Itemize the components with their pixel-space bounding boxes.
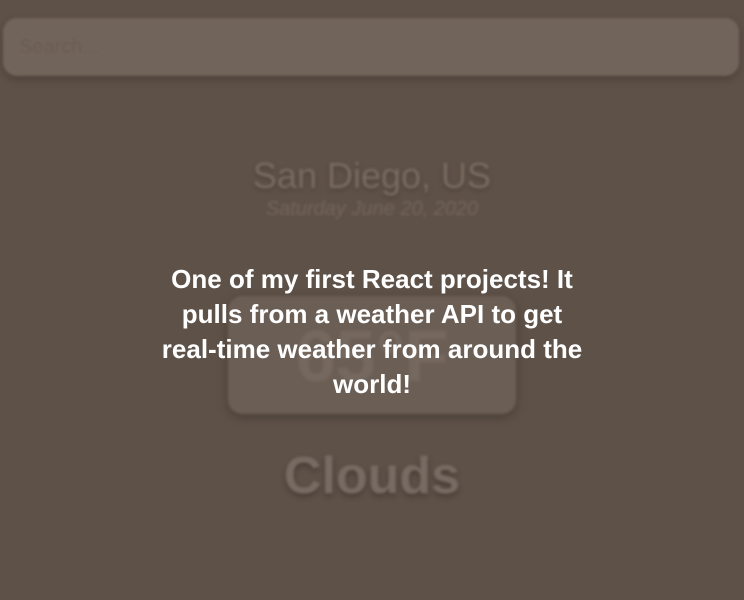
project-description: One of my first React projects! It pulls… — [161, 264, 583, 399]
project-preview: San Diego, US Saturday June 20, 2020 65°… — [0, 0, 744, 600]
hover-overlay[interactable]: One of my first React projects! It pulls… — [0, 0, 744, 600]
